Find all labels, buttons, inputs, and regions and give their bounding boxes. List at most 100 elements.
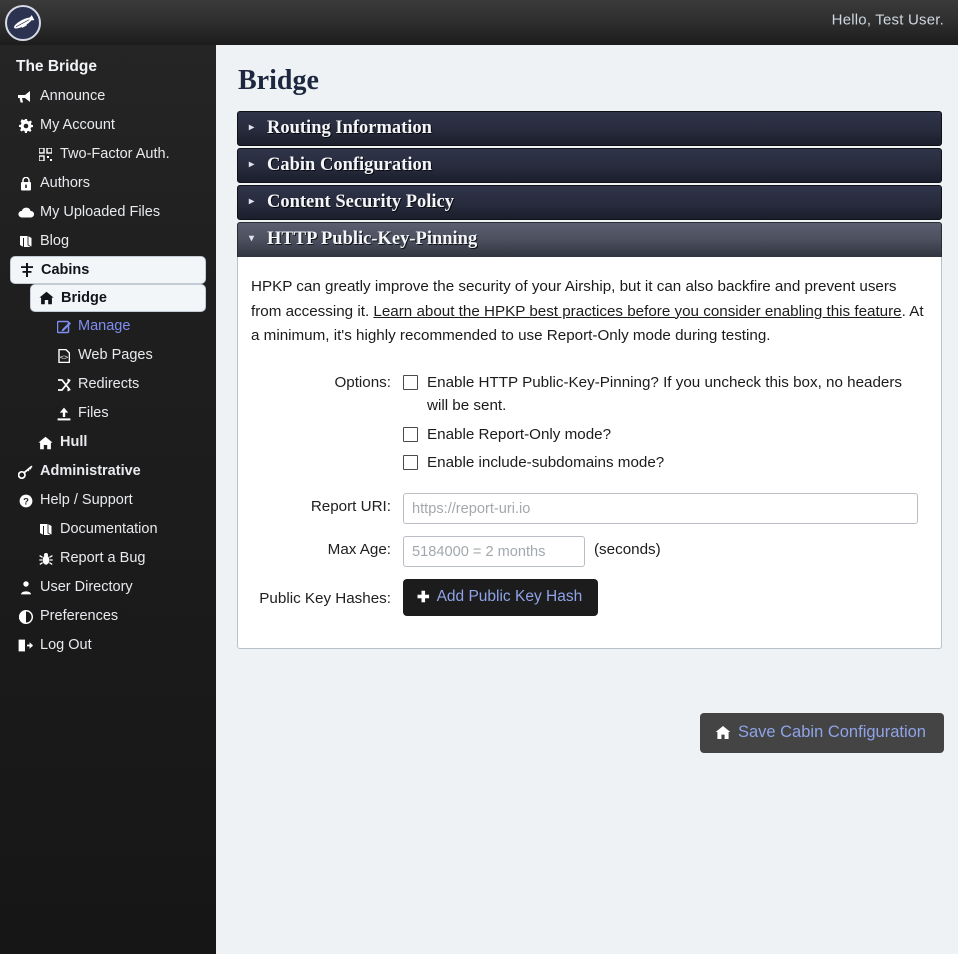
- qrcode-icon: [36, 148, 55, 161]
- accordion-header-cabin-configuration[interactable]: ▸ Cabin Configuration: [237, 148, 942, 183]
- book-icon: [36, 523, 55, 536]
- home-icon: [37, 291, 56, 305]
- sidebar: The Bridge Announce My Account Two-Factor …: [0, 0, 216, 954]
- sidebar-item-report-a-bug[interactable]: Report a Bug: [30, 544, 206, 573]
- megaphone-icon: [16, 90, 35, 103]
- page-title: Bridge: [238, 66, 942, 97]
- sidebar-item-hull[interactable]: Hull: [30, 428, 206, 457]
- sidebar-item-label: Administrative: [40, 464, 141, 479]
- sidebar-item-my-account[interactable]: My Account: [10, 111, 206, 140]
- sidebar-item-authors[interactable]: Authors: [10, 169, 206, 198]
- max-age-input[interactable]: [403, 536, 585, 567]
- sidebar-item-label: Report a Bug: [60, 551, 145, 566]
- sidebar-item-label: Redirects: [78, 377, 139, 392]
- hpkp-description: HPKP can greatly improve the security of…: [251, 275, 925, 349]
- chevron-right-icon: ▸: [249, 159, 262, 170]
- public-key-hashes-label: Public Key Hashes:: [251, 579, 403, 607]
- hpkp-best-practices-link[interactable]: Learn about the HPKP best practices befo…: [373, 303, 901, 320]
- accordion-header-content-security-policy[interactable]: ▸ Content Security Policy: [237, 185, 942, 220]
- sidebar-item-blog[interactable]: Blog: [10, 227, 206, 256]
- sidebar-item-label: Two-Factor Auth.: [60, 147, 170, 162]
- content-panel: Bridge ▸ Routing Information ▸ Cabin Con…: [221, 45, 958, 954]
- shuffle-icon: [54, 378, 73, 392]
- upload-icon: [54, 407, 73, 421]
- sidebar-item-log-out[interactable]: Log Out: [10, 631, 206, 660]
- save-cabin-configuration-label: Save Cabin Configuration: [738, 723, 926, 742]
- sidebar-item-manage[interactable]: Manage: [48, 312, 206, 341]
- sidebar-item-user-directory[interactable]: User Directory: [10, 573, 206, 602]
- bug-icon: [36, 552, 55, 566]
- option-label: Enable include-subdomains mode?: [427, 452, 664, 475]
- sidebar-item-label: Manage: [78, 319, 130, 334]
- content-area: Bridge ▸ Routing Information ▸ Cabin Con…: [216, 45, 958, 954]
- option-checkbox[interactable]: [403, 427, 418, 442]
- sidebar-item-label: My Account: [40, 118, 115, 133]
- option-row[interactable]: Enable HTTP Public-Key-Pinning? If you u…: [403, 372, 923, 418]
- add-public-key-hash-button[interactable]: ✚ Add Public Key Hash: [403, 579, 598, 616]
- sidebar-item-web-pages[interactable]: <> Web Pages: [48, 341, 206, 370]
- sidebar-item-bridge[interactable]: Bridge: [30, 284, 206, 312]
- sidebar-item-label: Hull: [60, 435, 87, 450]
- form-row-public-key-hashes: Public Key Hashes: ✚ Add Public Key Hash: [251, 579, 925, 616]
- cloud-upload-icon: [16, 206, 35, 219]
- sidebar-item-my-uploaded-files[interactable]: My Uploaded Files: [10, 198, 206, 227]
- svg-text:<>: <>: [59, 353, 67, 361]
- sidebar-item-preferences[interactable]: Preferences: [10, 602, 206, 631]
- chevron-down-icon: ▾: [249, 233, 262, 244]
- sidebar-item-announce[interactable]: Announce: [10, 82, 206, 111]
- sidebar-item-documentation[interactable]: Documentation: [30, 515, 206, 544]
- accordion-label: Routing Information: [267, 118, 432, 139]
- home-icon: [715, 725, 731, 740]
- chevron-right-icon: ▸: [249, 122, 262, 133]
- report-uri-label: Report URI:: [251, 493, 403, 515]
- option-label: Enable Report-Only mode?: [427, 424, 611, 447]
- sidebar-item-label: Documentation: [60, 522, 158, 537]
- greeting-text: Hello, Test User.: [832, 12, 944, 29]
- sidebar-item-cabins[interactable]: Cabins: [10, 256, 206, 284]
- accordion-label: Content Security Policy: [267, 192, 454, 213]
- sidebar-item-redirects[interactable]: Redirects: [48, 370, 206, 399]
- max-age-units-label: (seconds): [594, 536, 661, 558]
- sidebar-item-label: Cabins: [41, 263, 89, 278]
- option-row[interactable]: Enable include-subdomains mode?: [403, 452, 923, 475]
- plus-icon: ✚: [417, 588, 430, 606]
- key-icon: [16, 465, 35, 479]
- sidebar-item-label: Blog: [40, 234, 69, 249]
- svg-text:?: ?: [23, 496, 29, 507]
- accordion-header-http-public-key-pinning[interactable]: ▾ HTTP Public-Key-Pinning: [237, 222, 942, 257]
- sidebar-item-help-support[interactable]: ? Help / Support: [10, 486, 206, 515]
- sidebar-item-administrative[interactable]: Administrative: [10, 457, 206, 486]
- form-row-options: Options: Enable HTTP Public-Key-Pinning?…: [251, 371, 925, 481]
- sidebar-item-label: Log Out: [40, 638, 92, 653]
- book-icon: [16, 235, 35, 248]
- contrast-icon: [16, 610, 35, 624]
- accordion-header-routing-information[interactable]: ▸ Routing Information: [237, 111, 942, 146]
- user-icon: [16, 581, 35, 595]
- sidebar-nav-list: Announce My Account Two-Factor Auth. Author…: [0, 82, 216, 660]
- sidebar-item-two-factor-auth[interactable]: Two-Factor Auth.: [30, 140, 206, 169]
- sidebar-item-label: Files: [78, 406, 109, 421]
- sidebar-item-label: Announce: [40, 89, 105, 104]
- sidebar-item-label: Help / Support: [40, 493, 133, 508]
- sidebar-item-files[interactable]: Files: [48, 399, 206, 428]
- edit-icon: [54, 320, 73, 334]
- report-uri-input[interactable]: [403, 493, 918, 524]
- option-label: Enable HTTP Public-Key-Pinning? If you u…: [427, 372, 923, 418]
- sidebar-heading: The Bridge: [10, 52, 206, 82]
- option-checkbox[interactable]: [403, 455, 418, 470]
- chevron-right-icon: ▸: [249, 196, 262, 207]
- airship-logo-icon[interactable]: [5, 5, 41, 41]
- cabins-icon: [17, 263, 36, 277]
- save-cabin-configuration-button[interactable]: Save Cabin Configuration: [700, 713, 944, 753]
- max-age-label: Max Age:: [251, 536, 403, 558]
- sidebar-item-label: User Directory: [40, 580, 133, 595]
- code-file-icon: <>: [54, 349, 73, 363]
- accordion-label: Cabin Configuration: [267, 155, 432, 176]
- sidebar-item-label: Web Pages: [78, 348, 153, 363]
- option-row[interactable]: Enable Report-Only mode?: [403, 424, 923, 447]
- accordion-label: HTTP Public-Key-Pinning: [267, 229, 477, 250]
- option-checkbox[interactable]: [403, 375, 418, 390]
- author-lock-icon: [16, 177, 35, 191]
- options-label: Options:: [251, 371, 403, 391]
- question-icon: ?: [16, 494, 35, 508]
